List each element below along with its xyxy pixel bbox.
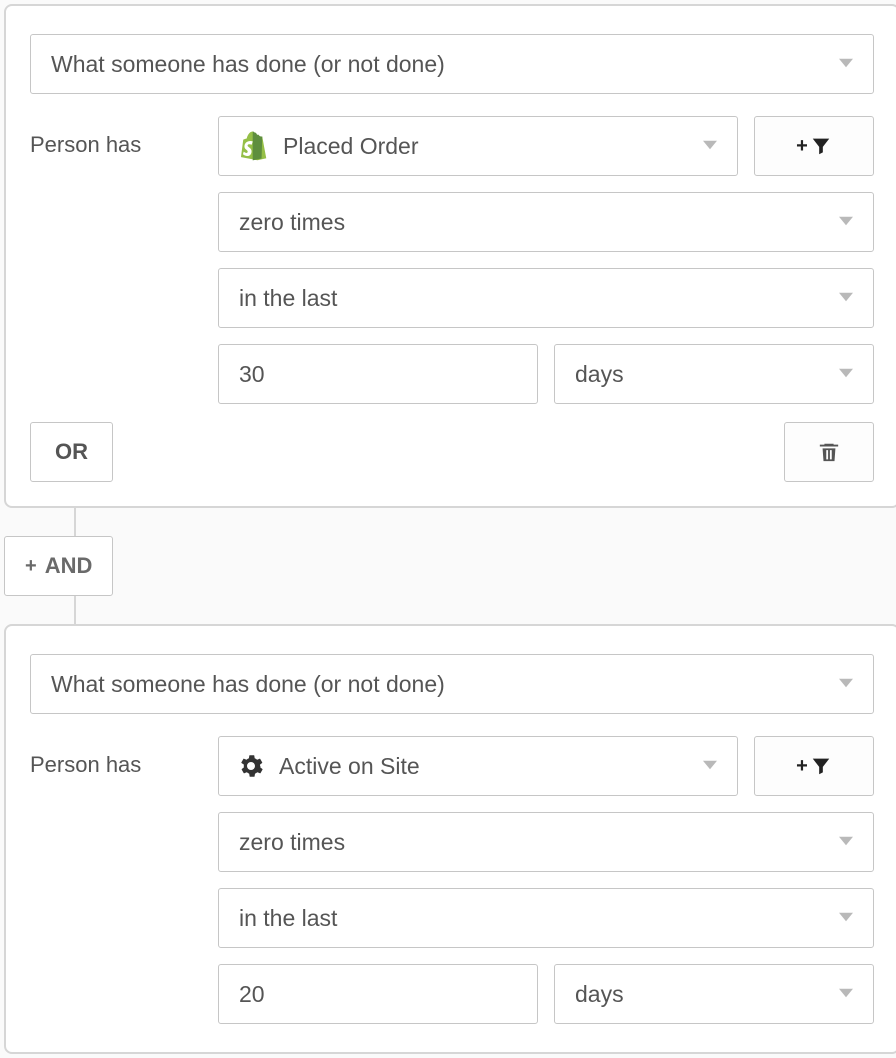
timeframe-label: in the last — [239, 905, 337, 932]
person-has-label: Person has — [30, 736, 200, 778]
frequency-label: zero times — [239, 209, 345, 236]
and-label: AND — [45, 553, 93, 579]
condition-group: What someone has done (or not done) Pers… — [4, 4, 896, 508]
chevron-down-icon — [839, 910, 853, 927]
timeframe-label: in the last — [239, 285, 337, 312]
gear-icon — [239, 754, 263, 778]
condition-type-label: What someone has done (or not done) — [51, 51, 445, 78]
frequency-label: zero times — [239, 829, 345, 856]
number-input[interactable]: 30 — [218, 344, 538, 404]
timeframe-select[interactable]: in the last — [218, 888, 874, 948]
chevron-down-icon — [839, 214, 853, 231]
unit-select[interactable]: days — [554, 964, 874, 1024]
condition-group: What someone has done (or not done) Pers… — [4, 624, 896, 1054]
frequency-select[interactable]: zero times — [218, 192, 874, 252]
connector-line — [74, 508, 76, 536]
filter-icon — [810, 755, 832, 777]
number-input[interactable]: 20 — [218, 964, 538, 1024]
metric-label: Active on Site — [279, 753, 420, 780]
chevron-down-icon — [839, 676, 853, 693]
number-value: 20 — [239, 981, 265, 1008]
chevron-down-icon — [839, 834, 853, 851]
condition-type-select[interactable]: What someone has done (or not done) — [30, 34, 874, 94]
filter-icon — [810, 135, 832, 157]
metric-select[interactable]: Placed Order — [218, 116, 738, 176]
or-label: OR — [55, 439, 88, 465]
delete-button[interactable] — [784, 422, 874, 482]
trash-icon — [818, 440, 840, 464]
unit-label: days — [575, 981, 624, 1008]
person-has-label: Person has — [30, 116, 200, 158]
chevron-down-icon — [839, 56, 853, 73]
plus-icon: + — [796, 135, 808, 158]
plus-icon: + — [796, 755, 808, 778]
condition-type-select[interactable]: What someone has done (or not done) — [30, 654, 874, 714]
number-value: 30 — [239, 361, 265, 388]
connector-line — [74, 596, 76, 624]
chevron-down-icon — [839, 290, 853, 307]
metric-label: Placed Order — [283, 133, 419, 160]
chevron-down-icon — [703, 138, 717, 155]
add-filter-button[interactable]: + — [754, 736, 874, 796]
frequency-select[interactable]: zero times — [218, 812, 874, 872]
shopify-icon — [239, 131, 267, 161]
add-filter-button[interactable]: + — [754, 116, 874, 176]
chevron-down-icon — [703, 758, 717, 775]
or-button[interactable]: OR — [30, 422, 113, 482]
timeframe-select[interactable]: in the last — [218, 268, 874, 328]
chevron-down-icon — [839, 366, 853, 383]
and-button[interactable]: + AND — [4, 536, 113, 596]
metric-select[interactable]: Active on Site — [218, 736, 738, 796]
plus-icon: + — [25, 555, 37, 578]
unit-label: days — [575, 361, 624, 388]
chevron-down-icon — [839, 986, 853, 1003]
unit-select[interactable]: days — [554, 344, 874, 404]
condition-type-label: What someone has done (or not done) — [51, 671, 445, 698]
